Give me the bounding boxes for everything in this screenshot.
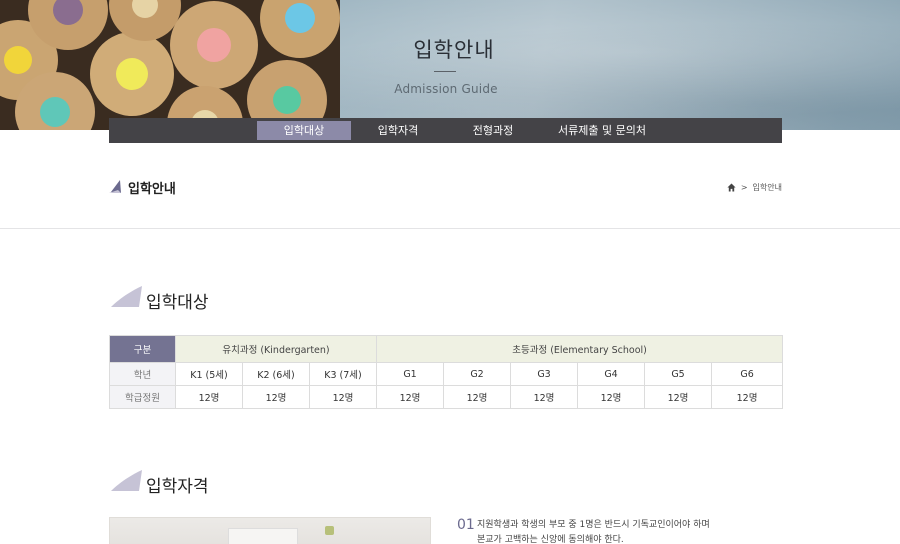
nav-tab-documents-contact[interactable]: 서류제출 및 문의처 bbox=[537, 121, 667, 140]
section-title-icon bbox=[111, 286, 142, 307]
qualification-number: 01 bbox=[457, 517, 475, 533]
table-row-grades: 학년 K1 (5세) K2 (6세) K3 (7세) G1 G2 G3 G4 G… bbox=[109, 362, 784, 386]
table-header-row: 구분 유치과정 (Kindergarten) 초등과정 (Elementary … bbox=[109, 335, 784, 363]
table-cell: G2 bbox=[443, 362, 512, 386]
table-cell: K1 (5세) bbox=[175, 362, 243, 386]
admission-target-table: 구분 유치과정 (Kindergarten) 초등과정 (Elementary … bbox=[109, 335, 784, 409]
nav-tab-selection-process[interactable]: 전형과정 bbox=[449, 121, 537, 140]
table-group-elementary: 초등과정 (Elementary School) bbox=[376, 335, 784, 363]
table-cell: 12명 bbox=[711, 385, 784, 409]
table-cell: 12명 bbox=[644, 385, 713, 409]
nav-tab-admission-target[interactable]: 입학대상 bbox=[257, 121, 351, 140]
hero-divider bbox=[434, 71, 456, 72]
colored-pencils-image bbox=[0, 0, 340, 130]
section-title-admission-target: 입학대상 bbox=[146, 293, 209, 313]
breadcrumb-current[interactable]: 입학안내 bbox=[753, 182, 782, 193]
table-cell: 12명 bbox=[376, 385, 445, 409]
table-cell: 12명 bbox=[443, 385, 512, 409]
table-cell: K3 (7세) bbox=[308, 362, 378, 386]
table-cell: 12명 bbox=[510, 385, 579, 409]
sub-navigation-bar: 입학대상 입학자격 전형과정 서류제출 및 문의처 bbox=[109, 118, 782, 143]
table-corner-cell: 구분 bbox=[109, 335, 176, 363]
header-divider bbox=[0, 228, 900, 229]
table-cell: G1 bbox=[376, 362, 445, 386]
breadcrumb: > 입학안내 bbox=[727, 182, 782, 193]
table-cell: 12명 bbox=[308, 385, 378, 409]
hero-title: 입학안내 bbox=[413, 38, 495, 62]
table-group-kindergarten: 유치과정 (Kindergarten) bbox=[174, 335, 378, 363]
qualification-photo bbox=[109, 517, 431, 544]
table-row-label-quota: 학급정원 bbox=[109, 385, 176, 409]
hero-banner: 입학안내 Admission Guide bbox=[0, 0, 900, 130]
breadcrumb-separator: > bbox=[740, 183, 748, 192]
qualification-text: 지원학생과 학생의 부모 중 1명은 반드시 기독교인이어야 하며 본교가 고백… bbox=[477, 518, 737, 544]
table-cell: 12명 bbox=[175, 385, 243, 409]
table-cell: G6 bbox=[711, 362, 784, 386]
section-title-icon bbox=[111, 470, 142, 491]
photo-frame bbox=[228, 528, 298, 544]
page-title: 입학안내 bbox=[128, 182, 176, 197]
section-title-admission-qualification: 입학자격 bbox=[146, 477, 209, 497]
table-cell: K2 (6세) bbox=[242, 362, 310, 386]
qualification-line-1: 지원학생과 학생의 부모 중 1명은 반드시 기독교인이어야 하며 bbox=[477, 520, 710, 530]
table-cell: G5 bbox=[644, 362, 713, 386]
table-cell: 12명 bbox=[577, 385, 646, 409]
table-cell: 12명 bbox=[242, 385, 310, 409]
table-row-label-grade: 학년 bbox=[109, 362, 176, 386]
table-row-quota: 학급정원 12명 12명 12명 12명 12명 12명 12명 12명 12명 bbox=[109, 385, 784, 409]
nav-tab-admission-qualification[interactable]: 입학자격 bbox=[357, 121, 439, 140]
home-icon[interactable] bbox=[727, 183, 736, 192]
photo-decoration bbox=[325, 526, 334, 535]
qualification-line-2: 본교가 고백하는 신앙에 동의해야 한다. bbox=[477, 535, 624, 544]
table-cell: G4 bbox=[577, 362, 646, 386]
hero-subtitle: Admission Guide bbox=[394, 82, 498, 96]
table-cell: G3 bbox=[510, 362, 579, 386]
page-title-icon bbox=[109, 180, 121, 193]
